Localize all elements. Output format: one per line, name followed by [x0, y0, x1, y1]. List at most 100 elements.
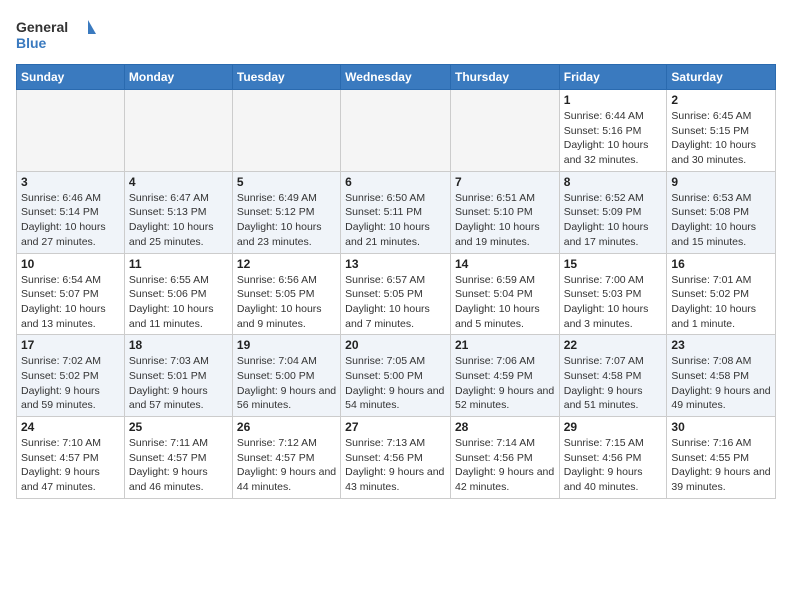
day-info: Sunrise: 6:53 AMSunset: 5:08 PMDaylight:… — [671, 191, 771, 250]
calendar-table: SundayMondayTuesdayWednesdayThursdayFrid… — [16, 64, 776, 499]
calendar-header-row: SundayMondayTuesdayWednesdayThursdayFrid… — [17, 65, 776, 90]
day-number: 17 — [21, 338, 120, 352]
svg-text:General: General — [16, 19, 68, 35]
day-number: 7 — [455, 175, 555, 189]
day-info: Sunrise: 7:04 AMSunset: 5:00 PMDaylight:… — [237, 354, 336, 413]
day-info: Sunrise: 6:55 AMSunset: 5:06 PMDaylight:… — [129, 273, 228, 332]
day-info: Sunrise: 7:08 AMSunset: 4:58 PMDaylight:… — [671, 354, 771, 413]
calendar-week-5: 24Sunrise: 7:10 AMSunset: 4:57 PMDayligh… — [17, 417, 776, 499]
day-number: 5 — [237, 175, 336, 189]
day-number: 27 — [345, 420, 446, 434]
day-info: Sunrise: 7:15 AMSunset: 4:56 PMDaylight:… — [564, 436, 663, 495]
calendar-cell: 20 Sunrise: 7:05 AMSunset: 5:00 PMDayligh… — [341, 335, 451, 417]
day-number: 21 — [455, 338, 555, 352]
calendar-cell: 7 Sunrise: 6:51 AMSunset: 5:10 PMDaylight… — [450, 171, 559, 253]
day-info: Sunrise: 7:00 AMSunset: 5:03 PMDaylight:… — [564, 273, 663, 332]
calendar-cell: 28 Sunrise: 7:14 AMSunset: 4:56 PMDayligh… — [450, 417, 559, 499]
calendar-cell: 30Sunrise: 7:16 AMSunset: 4:55 PMDayligh… — [667, 417, 776, 499]
calendar-cell: 18 Sunrise: 7:03 AMSunset: 5:01 PMDayligh… — [124, 335, 232, 417]
day-number: 8 — [564, 175, 663, 189]
day-number: 18 — [129, 338, 228, 352]
day-number: 26 — [237, 420, 336, 434]
day-info: Sunrise: 6:56 AMSunset: 5:05 PMDaylight:… — [237, 273, 336, 332]
calendar-cell: 6 Sunrise: 6:50 AMSunset: 5:11 PMDaylight… — [341, 171, 451, 253]
calendar-week-2: 3Sunrise: 6:46 AMSunset: 5:14 PMDaylight… — [17, 171, 776, 253]
day-number: 23 — [671, 338, 771, 352]
day-number: 15 — [564, 257, 663, 271]
calendar-cell: 13 Sunrise: 6:57 AMSunset: 5:05 PMDayligh… — [341, 253, 451, 335]
day-number: 30 — [671, 420, 771, 434]
day-info: Sunrise: 7:01 AMSunset: 5:02 PMDaylight:… — [671, 273, 771, 332]
day-number: 10 — [21, 257, 120, 271]
day-number: 16 — [671, 257, 771, 271]
day-number: 6 — [345, 175, 446, 189]
day-info: Sunrise: 7:12 AMSunset: 4:57 PMDaylight:… — [237, 436, 336, 495]
day-info: Sunrise: 7:06 AMSunset: 4:59 PMDaylight:… — [455, 354, 555, 413]
calendar-cell — [124, 90, 232, 172]
day-header-saturday: Saturday — [667, 65, 776, 90]
day-number: 1 — [564, 93, 663, 107]
calendar-cell — [341, 90, 451, 172]
day-info: Sunrise: 6:46 AMSunset: 5:14 PMDaylight:… — [21, 191, 120, 250]
day-info: Sunrise: 7:14 AMSunset: 4:56 PMDaylight:… — [455, 436, 555, 495]
day-info: Sunrise: 7:03 AMSunset: 5:01 PMDaylight:… — [129, 354, 228, 413]
calendar-week-1: 1 Sunrise: 6:44 AMSunset: 5:16 PMDaylight… — [17, 90, 776, 172]
calendar-cell: 17 Sunrise: 7:02 AMSunset: 5:02 PMDayligh… — [17, 335, 125, 417]
day-number: 28 — [455, 420, 555, 434]
calendar-cell: 8 Sunrise: 6:52 AMSunset: 5:09 PMDaylight… — [559, 171, 667, 253]
day-number: 4 — [129, 175, 228, 189]
day-info: Sunrise: 6:47 AMSunset: 5:13 PMDaylight:… — [129, 191, 228, 250]
day-header-wednesday: Wednesday — [341, 65, 451, 90]
calendar-cell — [17, 90, 125, 172]
logo: General Blue — [16, 16, 96, 56]
day-info: Sunrise: 6:51 AMSunset: 5:10 PMDaylight:… — [455, 191, 555, 250]
calendar-cell: 9 Sunrise: 6:53 AMSunset: 5:08 PMDaylight… — [667, 171, 776, 253]
day-info: Sunrise: 7:07 AMSunset: 4:58 PMDaylight:… — [564, 354, 663, 413]
day-number: 29 — [564, 420, 663, 434]
day-number: 11 — [129, 257, 228, 271]
calendar-cell: 23 Sunrise: 7:08 AMSunset: 4:58 PMDayligh… — [667, 335, 776, 417]
calendar-cell — [232, 90, 340, 172]
calendar-body: 1 Sunrise: 6:44 AMSunset: 5:16 PMDaylight… — [17, 90, 776, 499]
calendar-cell — [450, 90, 559, 172]
day-info: Sunrise: 7:13 AMSunset: 4:56 PMDaylight:… — [345, 436, 446, 495]
day-info: Sunrise: 6:49 AMSunset: 5:12 PMDaylight:… — [237, 191, 336, 250]
day-info: Sunrise: 6:45 AMSunset: 5:15 PMDaylight:… — [671, 109, 771, 168]
logo-svg: General Blue — [16, 16, 96, 56]
calendar-cell: 1 Sunrise: 6:44 AMSunset: 5:16 PMDaylight… — [559, 90, 667, 172]
calendar-cell: 4 Sunrise: 6:47 AMSunset: 5:13 PMDaylight… — [124, 171, 232, 253]
day-number: 22 — [564, 338, 663, 352]
calendar-week-3: 10Sunrise: 6:54 AMSunset: 5:07 PMDayligh… — [17, 253, 776, 335]
day-number: 20 — [345, 338, 446, 352]
day-header-thursday: Thursday — [450, 65, 559, 90]
calendar-cell: 26 Sunrise: 7:12 AMSunset: 4:57 PMDayligh… — [232, 417, 340, 499]
svg-text:Blue: Blue — [16, 35, 47, 51]
day-info: Sunrise: 6:52 AMSunset: 5:09 PMDaylight:… — [564, 191, 663, 250]
day-number: 14 — [455, 257, 555, 271]
day-info: Sunrise: 6:44 AMSunset: 5:16 PMDaylight:… — [564, 109, 663, 168]
day-number: 13 — [345, 257, 446, 271]
calendar-cell: 21 Sunrise: 7:06 AMSunset: 4:59 PMDayligh… — [450, 335, 559, 417]
day-info: Sunrise: 6:57 AMSunset: 5:05 PMDaylight:… — [345, 273, 446, 332]
calendar-cell: 5 Sunrise: 6:49 AMSunset: 5:12 PMDaylight… — [232, 171, 340, 253]
day-info: Sunrise: 7:11 AMSunset: 4:57 PMDaylight:… — [129, 436, 228, 495]
calendar-cell: 16 Sunrise: 7:01 AMSunset: 5:02 PMDayligh… — [667, 253, 776, 335]
day-header-sunday: Sunday — [17, 65, 125, 90]
day-number: 19 — [237, 338, 336, 352]
calendar-cell: 15 Sunrise: 7:00 AMSunset: 5:03 PMDayligh… — [559, 253, 667, 335]
calendar-cell: 19 Sunrise: 7:04 AMSunset: 5:00 PMDayligh… — [232, 335, 340, 417]
day-info: Sunrise: 6:50 AMSunset: 5:11 PMDaylight:… — [345, 191, 446, 250]
day-number: 9 — [671, 175, 771, 189]
calendar-cell: 27 Sunrise: 7:13 AMSunset: 4:56 PMDayligh… — [341, 417, 451, 499]
day-info: Sunrise: 7:05 AMSunset: 5:00 PMDaylight:… — [345, 354, 446, 413]
day-number: 12 — [237, 257, 336, 271]
calendar-cell: 24Sunrise: 7:10 AMSunset: 4:57 PMDayligh… — [17, 417, 125, 499]
calendar-cell: 25 Sunrise: 7:11 AMSunset: 4:57 PMDayligh… — [124, 417, 232, 499]
day-number: 25 — [129, 420, 228, 434]
day-header-friday: Friday — [559, 65, 667, 90]
page-header: General Blue — [16, 16, 776, 56]
day-info: Sunrise: 7:02 AMSunset: 5:02 PMDaylight:… — [21, 354, 120, 413]
calendar-cell: 3Sunrise: 6:46 AMSunset: 5:14 PMDaylight… — [17, 171, 125, 253]
day-info: Sunrise: 6:59 AMSunset: 5:04 PMDaylight:… — [455, 273, 555, 332]
day-info: Sunrise: 7:10 AMSunset: 4:57 PMDaylight:… — [21, 436, 120, 495]
